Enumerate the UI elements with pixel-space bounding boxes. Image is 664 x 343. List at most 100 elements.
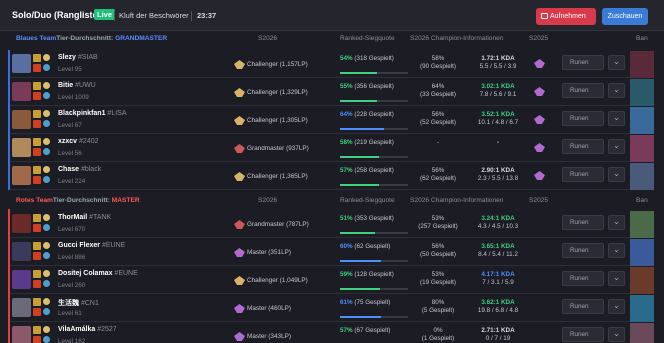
runes-dropdown[interactable]: Runen [562, 139, 604, 154]
expand-chevron-icon[interactable]: ⌄ [608, 327, 625, 342]
player-name: Blackpinkfan1 [58, 110, 106, 117]
runes-dropdown[interactable]: Runen [562, 83, 604, 98]
champ-games: (33 Gespielt) [419, 91, 457, 98]
runes-dropdown[interactable]: Runen [562, 167, 604, 182]
summoner-level: Level 1009 [58, 94, 89, 101]
keystone-rune-icon [43, 166, 50, 173]
map-name: Kluft der Beschwörer [119, 11, 189, 20]
champ-games: (52 Gespielt) [419, 119, 457, 126]
champ-winrate-value: 56% [431, 111, 445, 118]
player-row[interactable]: Bitie #UWU Level 1009 Challenger (1,329L… [10, 79, 654, 106]
queue-title: Solo/Duo (Rangliste) [12, 10, 101, 20]
banned-champion-icon [630, 79, 654, 106]
summoner-level: Level 224 [58, 178, 86, 185]
champion-icon [12, 298, 31, 317]
player-row[interactable]: VilaAmálka #2527 Level 162 Master (343LP… [10, 323, 654, 343]
champ-games: (50 Gespielt) [419, 251, 457, 258]
expand-chevron-icon[interactable]: ⌄ [608, 299, 625, 314]
summoner-name[interactable]: 生活魏 #CN1 [58, 298, 99, 308]
winrate-bar [340, 288, 408, 290]
rank-emblem-icon [234, 172, 245, 181]
champ-winrate-value: 0% [433, 327, 443, 334]
summoner-name[interactable]: Blackpinkfan1 #LISA [58, 110, 127, 117]
summoner-name[interactable]: xzxcv #2402 [58, 138, 99, 145]
summoner-level: Level 56 [58, 150, 82, 157]
rank-text: Challenger (1,305LP) [247, 117, 308, 124]
kda-ratio: 3.24:1 KDA [481, 215, 515, 222]
player-row[interactable]: Dositej Colamax #EUNE Level 260 Challeng… [10, 267, 654, 294]
s2025-emblem-icon [534, 331, 545, 340]
s2025-emblem-icon [534, 303, 545, 312]
kda-ratio: 3.62:1 KDA [481, 299, 515, 306]
champion-winrate: 64% (33 Gespielt) [418, 83, 458, 99]
summoner-name[interactable]: Chase #black [58, 166, 101, 173]
record-label: Aufnehmen [550, 13, 586, 20]
expand-chevron-icon[interactable]: ⌄ [608, 243, 625, 258]
runes-dropdown[interactable]: Runen [562, 243, 604, 258]
record-button[interactable]: Aufnehmen [536, 8, 596, 25]
summoner-name[interactable]: ThorMail #TANK [58, 214, 111, 221]
champion-winrate: 56% (62 Gespielt) [418, 167, 458, 183]
banned-champion-icon [630, 211, 654, 238]
spectate-button[interactable]: Zuschauen [602, 8, 648, 25]
expand-chevron-icon[interactable]: ⌄ [608, 111, 625, 126]
runes-dropdown[interactable]: Runen [562, 55, 604, 70]
champion-kda: 4.17:1 KDA 7 / 3.1 / 5.9 [468, 271, 528, 287]
player-tag: #EUNE [101, 242, 126, 249]
champion-winrate: 80% (5 Gespielt) [418, 299, 458, 315]
player-row[interactable]: Slezy #SIAB Level 95 Challenger (1,157LP… [10, 51, 654, 78]
winrate-bar [340, 260, 408, 262]
rank-text: Challenger (1,157LP) [247, 61, 308, 68]
winrate-value: 57% [340, 327, 353, 334]
summoner-name[interactable]: Bitie #UWU [58, 82, 96, 89]
rank-text: Grandmaster (787LP) [247, 221, 309, 228]
kda-stats: 8.4 / 5.4 / 11.2 [478, 251, 518, 258]
expand-chevron-icon[interactable]: ⌄ [608, 167, 625, 182]
secondary-rune-icon [43, 64, 50, 71]
runes-label: Runen [570, 275, 589, 282]
runes-label: Runen [570, 87, 589, 94]
s2025-emblem-icon [534, 115, 545, 124]
champion-kda: 3.02:1 KDA 7.8 / 5.6 / 9.1 [468, 83, 528, 99]
champion-icon [12, 110, 31, 129]
runes-dropdown[interactable]: Runen [562, 327, 604, 342]
winrate-bar [340, 156, 408, 158]
champion-winrate: 53% (257 Gespielt) [418, 215, 458, 231]
keystone-rune-icon [43, 138, 50, 145]
player-row[interactable]: Blackpinkfan1 #LISA Level 67 Challenger … [10, 107, 654, 134]
team-name: Rotes TeamTier-Durchschnitt: MASTER [16, 193, 140, 208]
runes-dropdown[interactable]: Runen [562, 111, 604, 126]
team-name: Blaues TeamTier-Durchschnitt: GRANDMASTE… [16, 31, 167, 46]
games-played: (228 Gespielt) [354, 111, 394, 118]
player-row[interactable]: ThorMail #TANK Level 670 Grandmaster (78… [10, 211, 654, 238]
runes-dropdown[interactable]: Runen [562, 215, 604, 230]
player-row[interactable]: xzxcv #2402 Level 56 Grandmaster (937LP)… [10, 135, 654, 162]
player-name: Dositej Colamax [58, 270, 113, 277]
expand-chevron-icon[interactable]: ⌄ [608, 215, 625, 230]
flash-spell-icon [33, 110, 41, 118]
winrate-bar [340, 316, 408, 318]
summoner-name[interactable]: Slezy #SIAB [58, 54, 98, 61]
kda-stats: 2.3 / 5.5 / 13.8 [477, 175, 519, 182]
summoner-name[interactable]: Dositej Colamax #EUNE [58, 270, 138, 277]
player-row[interactable]: Gucci Flexer #EUNE Level 886 Master (351… [10, 239, 654, 266]
keystone-rune-icon [43, 326, 50, 333]
champion-winrate: 58% (90 Gespielt) [418, 55, 458, 71]
summoner-name[interactable]: VilaAmálka #2527 [58, 326, 117, 333]
runes-dropdown[interactable]: Runen [562, 271, 604, 286]
player-row[interactable]: 生活魏 #CN1 Level 61 Master (460LP) 61% (75… [10, 295, 654, 322]
team-label: Blaues Team [16, 35, 57, 42]
summoner-name[interactable]: Gucci Flexer #EUNE [58, 242, 125, 249]
champ-winrate-value: 64% [431, 83, 445, 90]
ranked-winrate: 59% (128 Gespielt) [340, 271, 408, 279]
rank-text: Master (460LP) [247, 305, 292, 312]
expand-chevron-icon[interactable]: ⌄ [608, 139, 625, 154]
player-row[interactable]: Chase #black Level 224 Challenger (1,365… [10, 163, 654, 190]
expand-chevron-icon[interactable]: ⌄ [608, 55, 625, 70]
runes-dropdown[interactable]: Runen [562, 299, 604, 314]
tier-avg-label: Tier-Durchschnitt: [52, 197, 110, 204]
expand-chevron-icon[interactable]: ⌄ [608, 271, 625, 286]
expand-chevron-icon[interactable]: ⌄ [608, 83, 625, 98]
team-label: Rotes Team [16, 197, 53, 204]
kda-stats: 7.8 / 5.6 / 9.1 [479, 91, 517, 98]
